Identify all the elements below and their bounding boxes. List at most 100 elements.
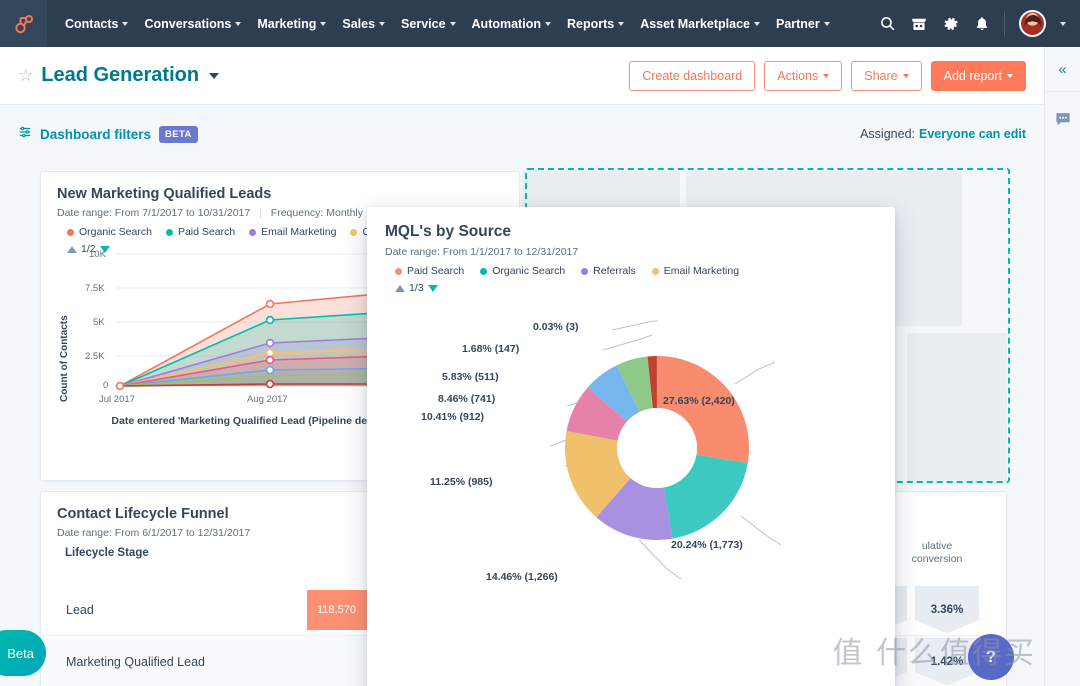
- chevron-down-icon: [618, 22, 624, 26]
- nav-label: Contacts: [65, 17, 118, 31]
- search-icon[interactable]: [879, 15, 896, 32]
- notifications-icon[interactable]: [974, 15, 990, 32]
- date-range: Date range: From 7/1/2017 to 10/31/2017: [57, 207, 250, 219]
- legend-item[interactable]: Referrals: [581, 265, 636, 277]
- legend-swatch-icon: [395, 268, 402, 275]
- hubspot-sprocket-logo[interactable]: [0, 0, 47, 47]
- report-card-mqls-by-source-popup[interactable]: MQL's by Source Date range: From 1/1/201…: [367, 207, 895, 686]
- nav-item-marketing[interactable]: Marketing: [249, 11, 334, 37]
- nav-item-contacts[interactable]: Contacts: [57, 11, 136, 37]
- nav-item-service[interactable]: Service: [393, 11, 463, 37]
- beta-feedback-button[interactable]: Beta: [0, 630, 46, 676]
- nav-item-reports[interactable]: Reports: [559, 11, 632, 37]
- dashboard-selector-chevron-down-icon[interactable]: [209, 73, 219, 79]
- right-sidebar: «: [1044, 47, 1080, 686]
- legend-item[interactable]: Organic Search: [67, 226, 152, 238]
- chevron-down-icon: [235, 22, 241, 26]
- chevron-down-icon: [823, 74, 829, 78]
- nav-divider: [1004, 12, 1005, 36]
- legend-item[interactable]: Organic Search: [480, 265, 565, 277]
- legend-swatch-icon: [249, 229, 256, 236]
- chevron-down-icon[interactable]: [1060, 22, 1066, 26]
- date-range: Date range: From 1/1/2017 to 12/31/2017: [385, 246, 877, 258]
- chevron-down-icon: [320, 22, 326, 26]
- legend-item[interactable]: Email Marketing: [652, 265, 739, 277]
- actions-button[interactable]: Actions: [764, 61, 842, 91]
- chevron-down-icon: [122, 22, 128, 26]
- legend-label: Organic Search: [492, 265, 565, 277]
- legend-item[interactable]: Paid Search: [166, 226, 235, 238]
- chevron-down-icon: [754, 22, 760, 26]
- legend-label: Referrals: [593, 265, 636, 277]
- nav-item-conversations[interactable]: Conversations: [136, 11, 249, 37]
- help-label: ?: [986, 647, 996, 667]
- nav-label: Partner: [776, 17, 820, 31]
- slice-label: 20.24% (1,773): [671, 539, 743, 551]
- chevron-down-icon: [450, 22, 456, 26]
- nav-item-partner[interactable]: Partner: [768, 11, 838, 37]
- filter-sliders-icon: [18, 125, 32, 144]
- donut-slices: [565, 356, 749, 540]
- header-actions: Create dashboard Actions Share Add repor…: [629, 61, 1026, 91]
- dashboard-filters-button[interactable]: Dashboard filters BETA: [18, 125, 198, 144]
- beta-label: Beta: [7, 646, 34, 661]
- legend-swatch-icon: [652, 268, 659, 275]
- nav-label: Automation: [472, 17, 541, 31]
- marketplace-icon[interactable]: [910, 15, 928, 33]
- column-header-cumulative-conversion: ulative conversion: [901, 540, 973, 566]
- legend-label: Email Marketing: [664, 265, 739, 277]
- button-label: Share: [864, 69, 897, 83]
- dashboard-canvas: New Marketing Qualified Leads Date range…: [0, 163, 1044, 686]
- button-label: Actions: [777, 69, 818, 83]
- dashboard-filter-bar: Dashboard filters BETA Assigned: Everyone…: [0, 105, 1044, 163]
- cumulative-conversion-cell: 3.36%: [911, 584, 983, 636]
- button-label: Add report: [944, 69, 1002, 83]
- favorite-star-icon[interactable]: ☆: [18, 66, 33, 86]
- assigned-label: Assigned:: [860, 127, 915, 141]
- slice-label: 8.46% (741): [438, 393, 495, 405]
- page-title[interactable]: Lead Generation: [41, 64, 199, 87]
- nav-label: Sales: [342, 17, 375, 31]
- dashboard-filters-label: Dashboard filters: [40, 127, 151, 142]
- chat-icon[interactable]: [1045, 110, 1080, 128]
- legend-page-down-icon[interactable]: [428, 285, 438, 292]
- collapse-sidebar-button[interactable]: «: [1045, 47, 1080, 92]
- legend-label: Organic Search: [79, 226, 152, 238]
- nav-label: Marketing: [257, 17, 316, 31]
- bar-value: 118,570: [307, 604, 356, 616]
- slice-label: 1.68% (147): [462, 343, 519, 355]
- legend-page-up-icon[interactable]: [395, 285, 405, 292]
- legend-item[interactable]: Email Marketing: [249, 226, 336, 238]
- legend-label: Paid Search: [407, 265, 464, 277]
- share-button[interactable]: Share: [851, 61, 921, 91]
- legend-item[interactable]: Paid Search: [395, 265, 464, 277]
- add-report-button[interactable]: Add report: [931, 61, 1026, 91]
- nav-utility-icons: [879, 10, 1080, 37]
- stage-label: Lead: [42, 603, 307, 617]
- app-root: Contacts Conversations Marketing Sales S…: [0, 0, 1080, 686]
- stage-label: Marketing Qualified Lead: [42, 655, 307, 669]
- chevron-down-icon: [824, 22, 830, 26]
- nav-item-asset-marketplace[interactable]: Asset Marketplace: [632, 11, 768, 37]
- card-title: New Marketing Qualified Leads: [57, 186, 503, 202]
- legend-swatch-icon: [581, 268, 588, 275]
- assigned-value[interactable]: Everyone can edit: [919, 127, 1026, 141]
- report-placeholder-tile[interactable]: [907, 333, 1007, 483]
- slice-label: 11.25% (985): [430, 476, 492, 488]
- main-menu: Contacts Conversations Marketing Sales S…: [57, 11, 879, 37]
- help-fab-button[interactable]: ?: [968, 634, 1014, 680]
- create-dashboard-button[interactable]: Create dashboard: [629, 61, 755, 91]
- nav-item-automation[interactable]: Automation: [464, 11, 559, 37]
- avatar[interactable]: [1019, 10, 1046, 37]
- nav-label: Service: [401, 17, 445, 31]
- cumulative-conversion-value: 3.36%: [931, 604, 964, 616]
- legend-label: Paid Search: [178, 226, 235, 238]
- legend-label: Email Marketing: [261, 226, 336, 238]
- gear-icon[interactable]: [942, 15, 960, 33]
- donut-chart: 27.63% (2,420) 20.24% (1,773) 14.46% (1,…: [367, 293, 895, 686]
- frequency: Frequency: Monthly: [271, 207, 363, 219]
- legend-swatch-icon: [67, 229, 74, 236]
- nav-label: Asset Marketplace: [640, 17, 750, 31]
- nav-item-sales[interactable]: Sales: [334, 11, 393, 37]
- slice-label: 0.03% (3): [533, 321, 579, 333]
